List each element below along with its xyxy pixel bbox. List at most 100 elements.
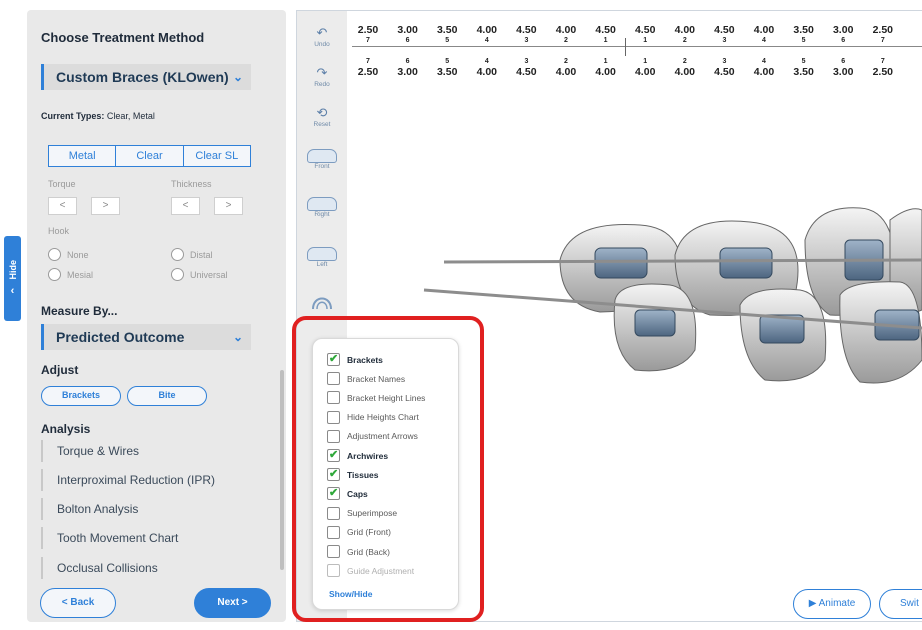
checkbox-icon [327, 391, 340, 405]
option-hide-heights-chart[interactable]: Hide Heights Chart [327, 410, 419, 424]
upper-tooth-number: 3 [722, 37, 727, 44]
treatment-method-value: Custom Braces (KLOwen) [56, 69, 229, 85]
torque-decrease-button[interactable]: < [48, 197, 77, 215]
animate-button[interactable]: ▶ Animate [793, 589, 871, 619]
option-brackets[interactable]: Brackets [327, 352, 383, 366]
upper-height-value: 2.50 [872, 24, 894, 36]
next-button[interactable]: Next > [194, 588, 271, 618]
type-option-metal[interactable]: Metal [49, 146, 117, 166]
upper-tooth-number: 6 [405, 37, 410, 44]
undo-label: Undo [314, 41, 330, 48]
analysis-item-torque-wires[interactable]: Torque & Wires [41, 440, 261, 462]
upper-height-value: 3.50 [793, 24, 814, 36]
upper-height-value: 4.50 [595, 24, 616, 36]
show-hide-button[interactable]: Show/Hide [329, 589, 372, 599]
checkbox-checked-icon [327, 448, 340, 462]
height-column: 3.50 5 5 3.50 [431, 24, 463, 78]
upper-tooth-number: 5 [801, 37, 806, 44]
bracket-heights-chart: 2.50 7 7 2.50 3.00 6 6 3.00 3.50 5 5 3.50 4.00 4 4 4.00… [352, 24, 922, 94]
measure-by-title: Measure By... [41, 304, 118, 318]
reset-button[interactable]: ⟲ Reset [297, 105, 347, 128]
analysis-item-bolton[interactable]: Bolton Analysis [41, 498, 261, 520]
panel-scrollbar[interactable] [280, 370, 284, 570]
lower-tooth-number: 3 [524, 58, 529, 65]
option-tissues[interactable]: Tissues [327, 467, 379, 482]
hook-option-label: Mesial [67, 269, 94, 280]
lower-height-value: 4.00 [634, 66, 656, 78]
hide-panel-tab[interactable]: Hide ‹ [4, 236, 21, 321]
teeth-3d-model[interactable] [420, 200, 922, 400]
torque-increase-button[interactable]: > [91, 197, 120, 215]
option-label: Brackets [347, 354, 383, 365]
height-column: 4.00 2 2 4.00 [669, 24, 701, 78]
height-column: 4.00 4 4 4.00 [748, 24, 780, 78]
option-adjustment-arrows[interactable]: Adjustment Arrows [327, 429, 418, 443]
upper-height-value: 3.00 [397, 24, 418, 36]
right-label: Right [314, 211, 330, 218]
lower-tooth-number: 1 [603, 58, 608, 65]
hook-option-none[interactable]: None [48, 248, 89, 261]
lower-tooth-number: 5 [445, 58, 450, 65]
option-bracket-names[interactable]: Bracket Names [327, 372, 405, 386]
thickness-decrease-button[interactable]: < [171, 197, 200, 215]
option-grid-back[interactable]: Grid (Back) [327, 545, 390, 558]
lower-height-value: 4.00 [753, 66, 775, 78]
option-label: Tissues [347, 469, 379, 480]
lower-tooth-number: 2 [564, 58, 568, 65]
arch-icon [312, 297, 332, 310]
redo-button[interactable]: ↷ Redo [297, 65, 347, 88]
option-archwires[interactable]: Archwires [327, 448, 388, 462]
occlusal-view-button[interactable] [297, 289, 347, 316]
adjust-brackets-button[interactable]: Brackets [41, 386, 121, 406]
panel-title: Choose Treatment Method [41, 30, 205, 45]
right-view-button[interactable]: Right [297, 197, 347, 218]
type-option-clear[interactable]: Clear [116, 146, 184, 166]
option-guide-adjustment: Guide Adjustment [327, 564, 414, 578]
option-grid-front[interactable]: Grid (Front) [327, 525, 391, 539]
option-superimpose[interactable]: Superimpose [327, 506, 398, 520]
hide-tab-label: Hide [7, 259, 18, 280]
upper-height-value: 4.50 [714, 24, 735, 36]
lower-height-value: 4.00 [674, 66, 696, 78]
radio-circle-icon [48, 268, 61, 281]
option-bracket-height-lines[interactable]: Bracket Height Lines [327, 391, 425, 405]
analysis-title: Analysis [41, 422, 91, 436]
hook-option-distal[interactable]: Distal [171, 248, 213, 261]
front-view-button[interactable]: Front [297, 149, 347, 170]
bracket-type-selector: Metal Clear Clear SL [48, 145, 251, 167]
checkbox-icon [327, 372, 340, 386]
option-caps[interactable]: Caps [327, 486, 368, 501]
thickness-increase-button[interactable]: > [214, 197, 243, 215]
analysis-item-ipr[interactable]: Interproximal Reduction (IPR) [41, 469, 261, 491]
measure-by-dropdown[interactable]: Predicted Outcome ⌄ [41, 324, 251, 350]
analysis-item-occlusal-collisions[interactable]: Occlusal Collisions [41, 557, 261, 579]
chevron-down-icon: ⌄ [232, 70, 243, 84]
left-teeth-icon [307, 247, 337, 261]
hook-option-mesial[interactable]: Mesial [48, 268, 93, 281]
hook-option-universal[interactable]: Universal [171, 268, 228, 281]
treatment-method-dropdown[interactable]: Custom Braces (KLOwen) ⌄ [41, 64, 251, 90]
undo-button[interactable]: ↶ Undo [297, 25, 347, 48]
switch-button[interactable]: Swit [879, 589, 922, 619]
upper-tooth-number: 1 [603, 37, 608, 44]
type-option-clear-sl[interactable]: Clear SL [184, 146, 250, 166]
lower-height-value: 3.00 [397, 66, 418, 78]
option-label: Superimpose [347, 508, 398, 519]
torque-label: Torque [48, 179, 76, 189]
height-column: 4.50 3 3 4.50 [510, 24, 542, 78]
left-view-button[interactable]: Left [297, 247, 347, 268]
adjust-bite-button[interactable]: Bite [127, 386, 207, 406]
checkbox-icon [327, 525, 340, 539]
lower-tooth-number: 7 [366, 58, 370, 65]
left-label: Left [316, 261, 328, 268]
back-button[interactable]: < Back [40, 588, 116, 618]
height-column: 4.00 2 2 4.00 [550, 24, 582, 78]
radio-circle-icon [48, 248, 61, 261]
undo-icon: ↶ [316, 25, 328, 40]
lower-tooth-number: 7 [880, 58, 885, 65]
analysis-item-tooth-movement[interactable]: Tooth Movement Chart [41, 527, 261, 549]
option-label: Grid (Back) [347, 546, 390, 557]
upper-tooth-number: 5 [445, 37, 450, 44]
chevron-down-icon: ⌄ [232, 330, 243, 344]
lower-tooth-number: 2 [682, 58, 687, 65]
